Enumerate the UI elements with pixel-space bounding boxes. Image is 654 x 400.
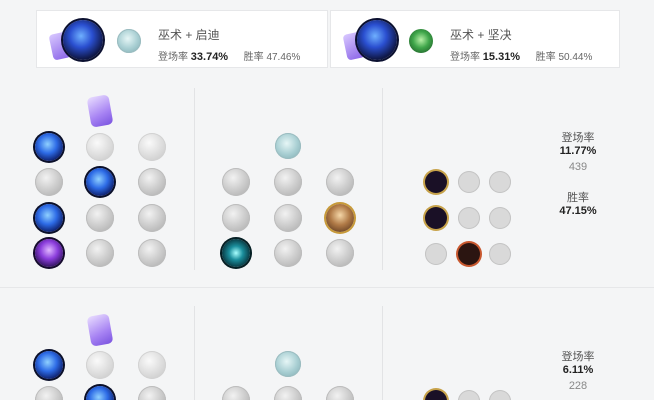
arcane-comet-icon[interactable] (35, 133, 63, 161)
arcane-comet-icon (357, 20, 397, 60)
cosmic-insight-icon[interactable] (222, 239, 250, 267)
summon-aery-icon[interactable] (138, 133, 166, 161)
pick-rate-value: 33.74% (190, 51, 229, 63)
magical-footwear-icon[interactable] (274, 386, 302, 400)
manaflow-band-icon[interactable] (86, 386, 114, 400)
magical-footwear-icon[interactable] (274, 168, 302, 196)
combo-stats: 登场率 15.31% 胜率 50.44% (450, 48, 592, 63)
celerity-icon[interactable] (86, 204, 114, 232)
perfect-timing-icon[interactable] (326, 168, 354, 196)
time-warp-tonic-icon[interactable] (326, 239, 354, 267)
scorch-icon[interactable] (35, 239, 63, 267)
hextech-flashtraption-icon[interactable] (222, 168, 250, 196)
armor-shard-selected-icon[interactable] (458, 243, 480, 265)
absolute-focus-icon[interactable] (138, 204, 166, 232)
column-divider (194, 88, 195, 270)
ability-haste-shard-icon[interactable] (489, 171, 511, 193)
manaflow-band-icon[interactable] (86, 168, 114, 196)
win-rate-value: 47.15% (559, 205, 597, 217)
combo-title: 巫术 + 启迪 (158, 28, 220, 42)
attack-speed-shard-icon[interactable] (458, 390, 480, 400)
section-divider (0, 287, 654, 288)
perfect-timing-icon[interactable] (326, 386, 354, 400)
gathering-storm-icon[interactable] (138, 239, 166, 267)
win-rate-value: 50.44% (558, 52, 593, 63)
column-divider (194, 306, 195, 400)
build-stats: 登场率 6.11% 228 (528, 348, 628, 392)
nimbus-cloak-icon[interactable] (138, 386, 166, 400)
adaptive-force-shard-icon[interactable] (425, 171, 447, 193)
build-stats: 登场率 11.77% 439 胜率 47.15% (528, 129, 628, 217)
health-shard-icon[interactable] (425, 243, 447, 265)
approach-velocity-icon[interactable] (274, 239, 302, 267)
adaptive-force-shard-icon[interactable] (425, 390, 447, 400)
attack-speed-shard-icon[interactable] (458, 171, 480, 193)
resolve-icon (409, 29, 433, 53)
nullifying-orb-icon[interactable] (35, 168, 63, 196)
pick-rate-label: 登场率 (450, 52, 480, 63)
win-rate-label: 胜率 (567, 192, 589, 204)
adaptive-force-shard-icon[interactable] (425, 207, 447, 229)
phase-rush-icon[interactable] (86, 351, 114, 379)
column-divider (382, 306, 383, 400)
combo-card-2[interactable]: 巫术 + 坚决 登场率 15.31% 胜率 50.44% (330, 10, 620, 68)
combo-card-1[interactable]: 巫术 + 启迪 登场率 33.74% 胜率 47.46% (36, 10, 328, 68)
column-divider (382, 88, 383, 270)
combo-stats: 登场率 33.74% 胜率 47.46% (158, 48, 300, 63)
magic-resist-shard-icon[interactable] (489, 243, 511, 265)
inspiration-tree-icon (275, 133, 301, 159)
ability-haste-shard-icon[interactable] (489, 390, 511, 400)
pick-rate-label: 登场率 (561, 132, 595, 144)
combo-title: 巫术 + 坚决 (450, 28, 512, 42)
pick-rate-value: 6.11% (562, 364, 594, 376)
magic-resist-shard-icon[interactable] (489, 207, 511, 229)
pick-rate-value: 11.77% (559, 145, 597, 157)
pick-rate-label: 登场率 (561, 351, 595, 363)
waterwalking-icon[interactable] (86, 239, 114, 267)
transcendence-icon[interactable] (35, 204, 63, 232)
inspiration-icon (117, 29, 141, 53)
armor-shard-icon[interactable] (458, 207, 480, 229)
nullifying-orb-icon[interactable] (35, 386, 63, 400)
sorcery-tree-icon (86, 94, 114, 128)
game-count: 439 (568, 161, 588, 173)
minion-dematerializer-icon[interactable] (274, 204, 302, 232)
hextech-flashtraption-icon[interactable] (222, 386, 250, 400)
phase-rush-icon[interactable] (86, 133, 114, 161)
inspiration-tree-icon (275, 351, 301, 377)
summon-aery-icon[interactable] (138, 351, 166, 379)
futures-market-icon[interactable] (222, 204, 250, 232)
biscuit-delivery-icon[interactable] (326, 204, 354, 232)
arcane-comet-icon[interactable] (35, 351, 63, 379)
pick-rate-value: 15.31% (482, 51, 521, 63)
pick-rate-label: 登场率 (158, 52, 188, 63)
arcane-comet-icon (63, 20, 103, 60)
nimbus-cloak-icon[interactable] (138, 168, 166, 196)
sorcery-tree-icon (86, 313, 114, 347)
win-rate-label: 胜率 (243, 52, 264, 63)
win-rate-label: 胜率 (535, 52, 556, 63)
game-count: 228 (568, 380, 588, 392)
win-rate-value: 47.46% (266, 52, 301, 63)
